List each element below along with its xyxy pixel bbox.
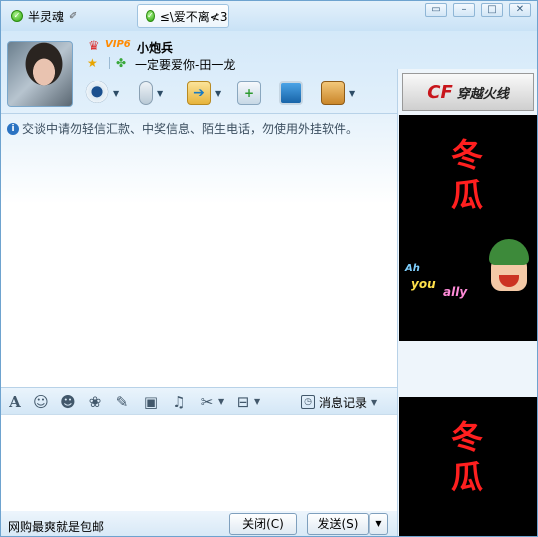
restore-icon[interactable]: ▭	[425, 3, 447, 17]
contact-avatar[interactable]	[7, 41, 73, 107]
emoji-icon[interactable]: ☺	[31, 392, 51, 412]
chevron-down-icon[interactable]: ▼	[254, 397, 260, 406]
screenshot-scissors-icon[interactable]: ✂	[197, 392, 217, 412]
contact-nickname: 小炮兵	[137, 41, 174, 55]
chevron-down-icon[interactable]: ▼	[349, 89, 355, 98]
cf-logo: CF	[427, 81, 453, 103]
chat-history-area[interactable]: i 交谈中请勿轻信汇款、中奖信息、陌生电话，勿使用外挂软件。	[1, 113, 397, 387]
edit-icon: ✐	[69, 10, 78, 22]
tab-label: ≤\爱不离≮3	[159, 9, 228, 24]
minimize-icon[interactable]: –	[453, 3, 475, 17]
close-icon[interactable]: ✕	[509, 3, 531, 17]
online-status-icon: ✓	[11, 10, 23, 22]
right-sidebar: CF 穿越火线 冬 瓜 Ah you ally 冬 瓜	[397, 69, 537, 536]
webcam-icon	[85, 81, 109, 105]
create-discussion-button[interactable]: +	[237, 80, 261, 106]
image-icon[interactable]: ▣	[141, 392, 161, 412]
microphone-icon	[139, 81, 153, 105]
banner-title: 穿越火线	[456, 86, 509, 102]
history-label: 消息记录	[319, 395, 368, 410]
gif-caption-1: Ah	[405, 263, 420, 274]
close-button[interactable]: 关闭(C)	[229, 513, 297, 535]
tab-contact-2[interactable]: ✓ ≤\爱不离≮3	[137, 4, 229, 28]
voice-call-button[interactable]: ▼	[139, 80, 163, 106]
monitor-icon	[279, 81, 303, 105]
gif-char-1: 冬	[450, 136, 483, 174]
gif-caption-3: ally	[443, 285, 468, 299]
handwriting-icon[interactable]: ✎	[112, 392, 132, 412]
gif-char-2: 瓜	[450, 176, 483, 214]
tab-contact-1[interactable]: ✓ 半灵魂 ✐	[3, 4, 123, 28]
vip-badge[interactable]: VIP6	[105, 39, 131, 50]
gif-char-1: 冬	[450, 418, 483, 456]
maximize-icon[interactable]: □	[481, 3, 503, 17]
apps-icon	[321, 81, 345, 105]
chat-window: ✓ 半灵魂 ✐ ✓ ≤\爱不离≮3 ▭ – □ ✕ ♛ VIP6 小炮兵 ★ ✤…	[0, 0, 538, 537]
send-button[interactable]: 发送(S)	[307, 513, 369, 535]
qq-penguin-icon: ♛	[88, 39, 100, 54]
info-icon: i	[7, 122, 19, 135]
send-options-button[interactable]: ▼	[369, 513, 388, 535]
chevron-down-icon: ▼	[371, 397, 378, 407]
magic-emoji-icon[interactable]: ☻	[58, 392, 78, 412]
online-status-icon: ✓	[146, 10, 155, 22]
footer-bar: 网购最爽就是包邮 关闭(C) 发送(S) ▼	[1, 511, 397, 536]
chevron-down-icon[interactable]: ▼	[157, 89, 163, 98]
input-toolbar: A ☺ ☻ ❀ ✎ ▣ ♫ ✂ ▼ ⊟ ▼ ◷ 消息记录 ▼	[1, 387, 397, 415]
contact-signature: 一定要爱你-田一龙	[135, 58, 236, 72]
video-call-button[interactable]: ▼	[85, 80, 119, 106]
chevron-down-icon[interactable]: ▼	[218, 397, 224, 406]
message-history-button[interactable]: ◷ 消息记录 ▼	[301, 392, 377, 412]
security-notice: i 交谈中请勿轻信汇款、中奖信息、陌生电话，勿使用外挂软件。	[7, 120, 358, 137]
star-icon[interactable]: ★	[87, 56, 98, 70]
gif-char-2: 瓜	[450, 458, 483, 496]
game-banner[interactable]: CF 穿越火线	[402, 73, 534, 111]
soldier-cartoon-icon	[485, 239, 533, 301]
chevron-down-icon[interactable]: ▼	[215, 89, 221, 98]
sticker-icon[interactable]: ❀	[85, 392, 105, 412]
toolbox-icon[interactable]: ⊟	[233, 392, 253, 412]
message-input[interactable]	[1, 415, 397, 511]
contact-show-animation: 冬 瓜 Ah you ally	[399, 115, 537, 341]
notice-text: 交谈中请勿轻信汇款、中奖信息、陌生电话，勿使用外挂软件。	[22, 122, 359, 136]
send-file-button[interactable]: ➔ ▼	[187, 80, 221, 106]
file-transfer-icon: ➔	[187, 81, 211, 105]
tab-bar: ✓ 半灵魂 ✐ ✓ ≤\爱不离≮3 ▭ – □ ✕	[1, 1, 537, 31]
tab-label: 半灵魂	[28, 9, 65, 24]
gif-caption-2: you	[411, 277, 436, 291]
divider	[109, 57, 110, 69]
remote-desktop-button[interactable]	[279, 80, 303, 106]
font-icon[interactable]: A	[5, 392, 25, 412]
ad-link[interactable]: 网购最爽就是包邮	[8, 518, 104, 535]
clover-icon[interactable]: ✤	[116, 56, 126, 70]
apps-button[interactable]: ▼	[321, 80, 355, 106]
add-chat-icon: +	[237, 81, 261, 105]
my-show-animation: 冬 瓜	[399, 397, 537, 536]
chevron-down-icon[interactable]: ▼	[113, 89, 119, 98]
history-icon: ◷	[301, 395, 315, 409]
music-icon[interactable]: ♫	[169, 392, 189, 412]
